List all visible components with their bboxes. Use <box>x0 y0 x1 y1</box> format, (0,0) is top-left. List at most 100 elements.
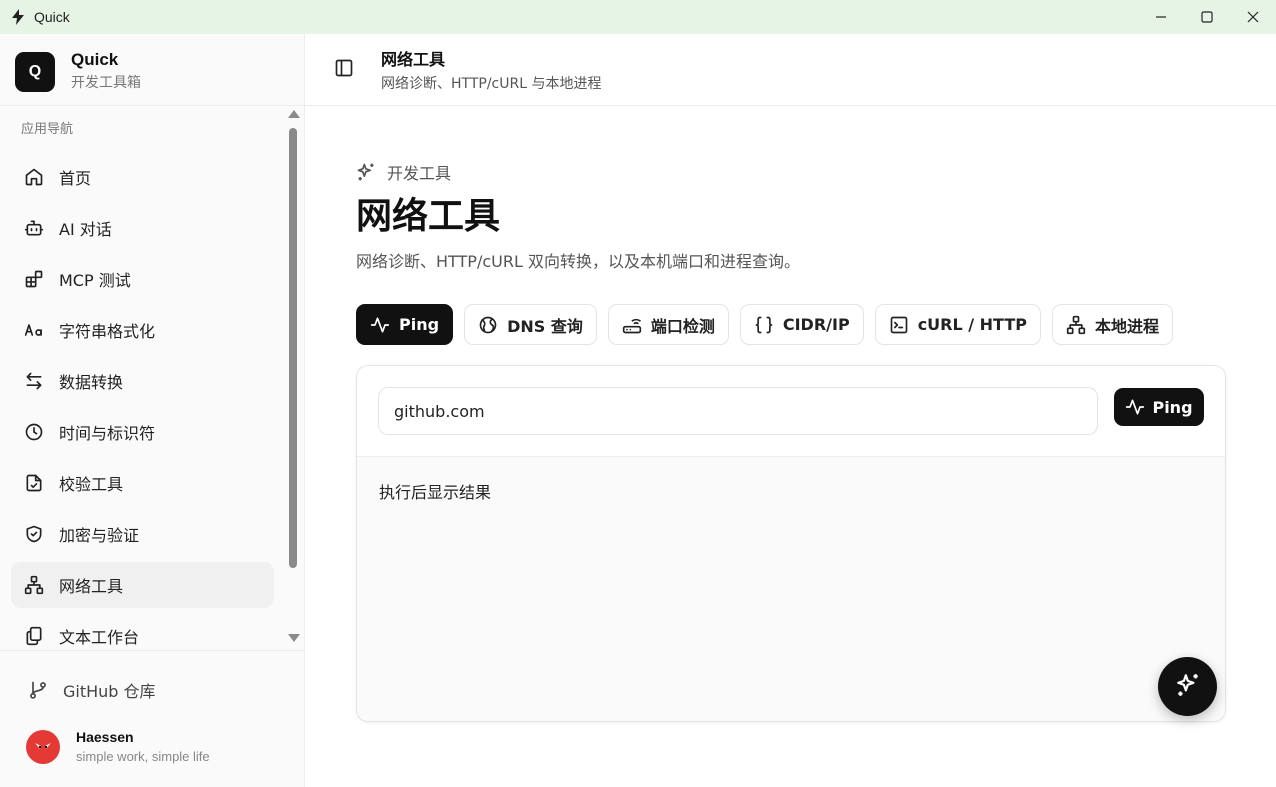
minimize-button[interactable] <box>1138 0 1184 34</box>
scroll-down-arrow-icon[interactable] <box>288 634 300 642</box>
sidebar-toggle-button[interactable] <box>333 59 355 81</box>
main-content: 开发工具 网络工具 网络诊断、HTTP/cURL 双向转换，以及本机端口和进程查… <box>305 106 1276 787</box>
eyebrow-label: 开发工具 <box>387 164 452 183</box>
home-icon <box>23 166 45 188</box>
window-titlebar: Quick <box>0 0 1276 34</box>
nav-group-label: 应用导航 <box>21 122 74 137</box>
sidebar-item-label: 文本工作台 <box>59 628 140 646</box>
window-title: Quick <box>34 9 70 25</box>
ping-panel: Ping 执行后显示结果 <box>356 365 1226 722</box>
brand-subtitle: 开发工具箱 <box>71 75 141 91</box>
tab-label: DNS 查询 <box>507 316 583 336</box>
avatar <box>26 730 60 764</box>
user-name: Haessen <box>76 729 134 745</box>
tab-label: Ping <box>399 315 440 334</box>
eyebrow: 开发工具 <box>356 160 451 184</box>
sidebar-item-label: 字符串格式化 <box>59 322 156 341</box>
sidebar-item-ai-chat[interactable]: AI 对话 <box>11 205 274 251</box>
user-profile[interactable]: Haessen simple work, simple life <box>26 728 210 766</box>
sidebar-item-home[interactable]: 首页 <box>11 154 274 200</box>
tab-label: cURL / HTTP <box>917 315 1027 334</box>
minimize-icon <box>1155 8 1167 27</box>
braces-icon <box>754 315 774 335</box>
tab-label: 端口检测 <box>650 316 715 336</box>
activity-icon <box>370 315 390 335</box>
globe-icon <box>478 315 498 335</box>
tool-tabs: Ping DNS 查询 端口检测 CIDR/IP cURL / HTTP 本地进… <box>356 304 1184 345</box>
tab-cidr-ip[interactable]: CIDR/IP <box>739 304 864 345</box>
header-subtitle: 网络诊断、HTTP/cURL 与本地进程 <box>381 76 602 92</box>
divider <box>0 105 304 106</box>
bolt-icon <box>12 9 26 25</box>
divider <box>0 650 304 651</box>
ping-button[interactable]: Ping <box>1114 388 1204 426</box>
sparkles-icon <box>1175 672 1201 702</box>
close-button[interactable] <box>1230 0 1276 34</box>
sidebar-item-label: 网络工具 <box>59 577 124 596</box>
maximize-icon <box>1201 8 1213 27</box>
sidebar-item-network[interactable]: 网络工具 <box>11 562 274 608</box>
panel-left-icon <box>334 58 354 82</box>
tab-label: 本地进程 <box>1094 316 1159 336</box>
page-header: 网络工具 网络诊断、HTTP/cURL 与本地进程 <box>305 34 1276 106</box>
ai-assistant-button[interactable] <box>1158 657 1217 716</box>
tab-label: CIDR/IP <box>782 315 850 334</box>
brand-name: Quick <box>71 50 119 69</box>
sidebar-item-string-format[interactable]: 字符串格式化 <box>11 307 274 353</box>
github-link-label: GitHub 仓库 <box>63 682 156 701</box>
sidebar-item-label: 时间与标识符 <box>59 424 156 443</box>
tab-curl-http[interactable]: cURL / HTTP <box>874 304 1041 345</box>
brand-logo: Q <box>15 51 55 92</box>
sidebar-scrollbar[interactable] <box>286 110 300 648</box>
brand[interactable]: Q Quick 开发工具箱 <box>15 50 141 93</box>
sidebar-item-mcp-test[interactable]: MCP 测试 <box>11 256 274 302</box>
ping-input-row: Ping <box>357 366 1225 457</box>
router-icon <box>622 315 642 335</box>
sidebar-item-label: MCP 测试 <box>59 271 131 290</box>
tab-dns[interactable]: DNS 查询 <box>464 304 597 345</box>
maximize-button[interactable] <box>1184 0 1230 34</box>
window-controls <box>1138 0 1276 34</box>
sidebar-item-label: 加密与验证 <box>59 526 140 545</box>
sidebar-item-label: 首页 <box>59 169 92 188</box>
file-check-icon <box>23 472 45 494</box>
sparkles-icon <box>356 162 376 182</box>
scroll-up-arrow-icon[interactable] <box>288 110 300 118</box>
scroll-thumb[interactable] <box>289 128 297 568</box>
github-repo-link[interactable]: GitHub 仓库 <box>28 678 156 702</box>
tab-ping[interactable]: Ping <box>356 304 454 345</box>
page-title: 网络工具 <box>356 196 501 237</box>
sidebar-nav: 首页 AI 对话 MCP 测试 字符串格式化 数据转换 时间与标识符 校验工具 … <box>11 154 274 646</box>
ping-button-label: Ping <box>1152 397 1193 417</box>
text-case-icon <box>23 319 45 341</box>
bot-icon <box>23 217 45 239</box>
sidebar-item-label: AI 对话 <box>59 220 112 239</box>
close-icon <box>1247 8 1259 27</box>
tab-local-process[interactable]: 本地进程 <box>1051 304 1173 345</box>
sidebar-item-label: 校验工具 <box>59 475 124 494</box>
clock-icon <box>23 421 45 443</box>
network-icon <box>1066 315 1086 335</box>
shield-check-icon <box>23 523 45 545</box>
terminal-icon <box>889 315 909 335</box>
network-icon <box>23 574 45 596</box>
user-tagline: simple work, simple life <box>76 749 210 764</box>
sidebar-item-crypto[interactable]: 加密与验证 <box>11 511 274 557</box>
result-area: 执行后显示结果 <box>357 457 1225 721</box>
sidebar-item-text-workbench[interactable]: 文本工作台 <box>11 613 274 646</box>
blocks-icon <box>23 268 45 290</box>
result-placeholder: 执行后显示结果 <box>379 483 492 502</box>
page-description: 网络诊断、HTTP/cURL 双向转换，以及本机端口和进程查询。 <box>356 252 800 271</box>
files-icon <box>23 625 45 646</box>
sidebar-item-label: 数据转换 <box>59 373 124 392</box>
git-branch-icon <box>28 680 48 700</box>
arrows-swap-icon <box>23 370 45 392</box>
tab-port-check[interactable]: 端口检测 <box>607 304 729 345</box>
sidebar: Q Quick 开发工具箱 应用导航 首页 AI 对话 MCP 测试 字符串格式… <box>0 34 305 787</box>
sidebar-item-time-id[interactable]: 时间与标识符 <box>11 409 274 455</box>
sidebar-item-data-convert[interactable]: 数据转换 <box>11 358 274 404</box>
host-input[interactable] <box>378 387 1098 435</box>
header-title: 网络工具 <box>381 50 446 69</box>
activity-icon <box>1125 397 1145 417</box>
sidebar-item-validation[interactable]: 校验工具 <box>11 460 274 506</box>
